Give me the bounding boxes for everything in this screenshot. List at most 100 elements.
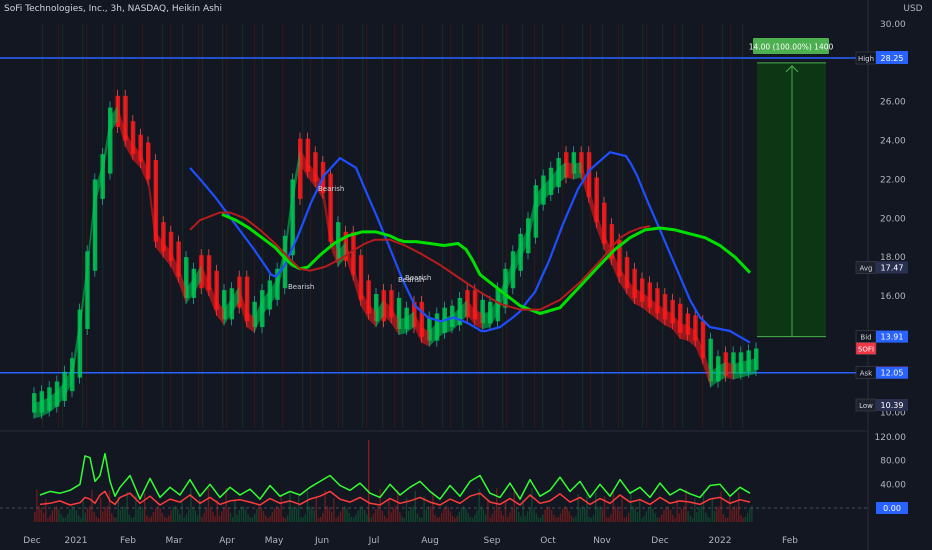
session-stripe [542, 24, 544, 428]
volume-bar [416, 513, 419, 522]
volume-bar [82, 498, 84, 522]
volume-bar [62, 517, 64, 522]
volume-bar [324, 490, 326, 522]
session-stripe [582, 24, 584, 428]
volume-bar [700, 506, 702, 522]
volume-bar [249, 517, 251, 522]
volume-bar [320, 516, 322, 522]
volume-bar [137, 508, 139, 522]
volume-bar [353, 517, 355, 522]
session-stripe [282, 24, 284, 428]
volume-bar [86, 508, 89, 522]
ribbon-segment [573, 161, 582, 180]
volume-bar [260, 507, 262, 522]
annotation-label: Bearish [405, 274, 431, 282]
volume-bar [458, 511, 460, 522]
price-label-tag-text: Bid [860, 334, 871, 342]
volume-bar [247, 514, 249, 522]
chart-svg[interactable]: 14.00 (100.00%) 1400 Bearish Bearish Bearis… [0, 0, 932, 550]
volume-bar [287, 515, 289, 522]
volume-bar [181, 499, 183, 522]
volume-bar [498, 506, 500, 522]
ribbon-segment [733, 362, 741, 380]
y-tick-label: 26.00 [880, 98, 906, 108]
session-stripe [182, 24, 184, 428]
volume-bar [687, 511, 689, 522]
volume-bar [425, 509, 427, 522]
volume-bar [278, 507, 280, 522]
volume-bar [544, 509, 546, 522]
x-tick-label: Aug [421, 536, 439, 546]
volume-bar [282, 516, 284, 522]
volume-bar [500, 510, 502, 522]
volume-bar [315, 497, 317, 522]
volume-bar [40, 508, 42, 522]
volume-bar [300, 517, 302, 522]
price-badge-text: 17.47 [881, 263, 904, 272]
volume-bar [632, 506, 634, 522]
price-badge-text: 10.39 [881, 401, 904, 410]
ribbon-segment [680, 323, 688, 341]
volume-bar [731, 509, 733, 522]
volume-bar [625, 516, 628, 522]
ribbon-segment [725, 362, 734, 380]
volume-bar [711, 497, 713, 522]
volume-bar [452, 516, 454, 522]
volume-bar [163, 516, 166, 522]
volume-bar [568, 511, 570, 522]
y-tick-label: 20.00 [880, 214, 906, 224]
volume-bar [348, 513, 350, 522]
volume-bar [53, 506, 56, 522]
volume-bar [196, 515, 199, 522]
currency-label[interactable]: USD [903, 4, 922, 14]
volume-bar [89, 506, 91, 522]
projection-label: 14.00 (100.00%) 1400 [749, 43, 834, 52]
volume-bar [597, 506, 599, 522]
volume-bar [705, 512, 707, 522]
volume-bar [601, 509, 603, 522]
osc-zero-badge-text: 0.00 [883, 504, 901, 513]
volume-bar [119, 509, 122, 522]
volume-bar [548, 506, 551, 522]
session-stripe [478, 24, 480, 428]
volume-bar [188, 509, 190, 522]
volume-bar [504, 499, 507, 522]
volume-bar [454, 517, 456, 522]
price-label-tag-text: High [858, 55, 874, 63]
x-tick-label: Dec [651, 536, 668, 546]
volume-bar [108, 490, 111, 522]
volume-bar [645, 511, 647, 522]
volume-bar [223, 507, 225, 522]
x-tick-label: Jul [368, 536, 380, 546]
volume-bar [749, 508, 751, 522]
x-tick-label: Feb [782, 536, 798, 546]
session-stripe [366, 24, 368, 428]
volume-bar [302, 517, 304, 522]
volume-bar [361, 506, 364, 522]
volume-bar [575, 516, 577, 522]
volume-bar [251, 517, 254, 522]
volume-bar [410, 507, 412, 522]
volume-bar [93, 512, 95, 522]
volume-bar [636, 511, 639, 522]
volume-bar [106, 506, 108, 522]
volume-bar [742, 517, 744, 522]
volume-bar [614, 506, 617, 522]
volume-bar [476, 510, 478, 522]
annotation-label: Bearish [288, 283, 314, 291]
volume-bar [676, 499, 678, 522]
volume-bar [47, 517, 49, 522]
volume-bar [540, 517, 542, 522]
volume-bar [465, 508, 467, 522]
volume-bar [73, 506, 75, 522]
volume-bar [621, 497, 623, 522]
volume-bar [529, 507, 531, 522]
volume-bar [463, 506, 465, 522]
volume-bar [507, 516, 509, 522]
volume-bar [542, 514, 544, 522]
volume-bar [355, 514, 357, 522]
volume-bar [445, 506, 447, 522]
volume-bar [738, 492, 740, 522]
volume-bar [203, 512, 205, 522]
volume-bar [80, 517, 82, 522]
